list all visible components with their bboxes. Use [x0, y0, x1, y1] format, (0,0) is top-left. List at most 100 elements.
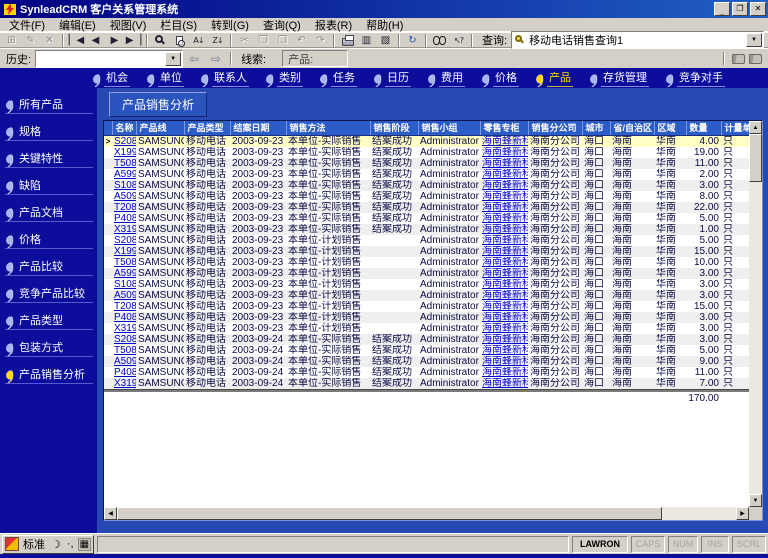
tab-存货管理[interactable]: 存货管理	[589, 69, 649, 87]
product-name-link[interactable]: A599	[114, 169, 136, 180]
product-name-link[interactable]: S108	[114, 279, 136, 290]
retail-counter-link[interactable]: 海南蜂新科	[482, 290, 528, 301]
next-record-button[interactable]: ▶	[105, 33, 124, 48]
retail-counter-link[interactable]: 海南蜂新科	[482, 224, 528, 235]
table-row[interactable]: X199SAMSUNG移动电话2003-09-23本单位-实际销售结案成功Adm…	[104, 147, 749, 158]
restore-button[interactable]: ❐	[732, 2, 748, 16]
retail-counter-link[interactable]: 海南蜂新科	[482, 345, 528, 356]
scroll-down-arrow[interactable]: ▼	[749, 494, 762, 507]
retail-counter-link[interactable]: 海南蜂新科	[482, 213, 528, 224]
table-row[interactable]: T208SAMSUNG移动电话2003-09-23本单位-实际销售结案成功Adm…	[104, 202, 749, 213]
previous-record-button[interactable]: ◀	[86, 33, 105, 48]
column-header-结案日期[interactable]: 结案日期	[230, 121, 286, 135]
search-button[interactable]	[151, 33, 170, 48]
retail-counter-link[interactable]: 海南蜂新科	[482, 268, 528, 279]
product-name-link[interactable]: X319	[114, 224, 136, 235]
retail-counter-link[interactable]: 海南蜂新科	[482, 169, 528, 180]
retail-counter-link[interactable]: 海南蜂新科	[482, 235, 528, 246]
column-header-零售专柜[interactable]: 零售专柜	[480, 121, 528, 135]
retail-counter-link[interactable]: 海南蜂新科	[482, 323, 528, 334]
ime-logo-icon[interactable]	[5, 537, 19, 551]
new-record-button[interactable]: ⊞	[2, 33, 21, 48]
table-row[interactable]: X319SAMSUNG移动电话2003-09-24本单位-实际销售结案成功Adm…	[104, 378, 749, 390]
ime-mode-label[interactable]: 标准	[21, 536, 47, 552]
product-name-link[interactable]: S208	[114, 136, 136, 147]
sidebar-item-缺陷[interactable]: 缺陷	[5, 178, 93, 195]
column-header-区域[interactable]: 区域	[654, 121, 686, 135]
tab-产品[interactable]: 产品	[535, 69, 573, 87]
scroll-up-arrow[interactable]: ▲	[749, 121, 762, 134]
help-pointer-button[interactable]: ↖?	[449, 33, 468, 48]
column-header-产品线[interactable]: 产品线	[136, 121, 184, 135]
column-header-计量单位[interactable]: 计量单位	[721, 121, 749, 135]
sidebar-item-价格[interactable]: 价格	[5, 232, 93, 249]
export-button[interactable]: ▥	[357, 33, 376, 48]
menu-item-1[interactable]: 编辑(E)	[52, 17, 103, 33]
menu-item-7[interactable]: 帮助(H)	[359, 17, 410, 33]
print-preview-button[interactable]: ▧	[376, 33, 395, 48]
table-row[interactable]: S208SAMSUNG移动电话2003-09-24本单位-实际销售结案成功Adm…	[104, 334, 749, 345]
column-header-名称[interactable]: 名称	[112, 121, 136, 135]
vertical-scrollbar[interactable]: ▲ ▼	[749, 121, 762, 507]
print-button[interactable]	[338, 33, 357, 48]
copy-button[interactable]: ❐	[254, 33, 273, 48]
table-row[interactable]: P408SAMSUNG移动电话2003-09-23本单位-实际销售结案成功Adm…	[104, 213, 749, 224]
tab-费用[interactable]: 费用	[427, 69, 465, 87]
table-row[interactable]: P408SAMSUNG移动电话2003-09-23本单位-计划销售Adminis…	[104, 312, 749, 323]
sort-descending-button[interactable]: Z↓	[208, 33, 227, 48]
product-name-link[interactable]: T508	[114, 257, 136, 268]
product-name-link[interactable]: X319	[114, 378, 136, 389]
first-record-button[interactable]: ▏◀	[67, 33, 86, 48]
cut-button[interactable]: ✂	[235, 33, 254, 48]
sidebar-item-产品文档[interactable]: 产品文档	[5, 205, 93, 222]
redo-button[interactable]: ↷	[311, 33, 330, 48]
product-name-link[interactable]: S208	[114, 235, 136, 246]
product-name-link[interactable]: T208	[114, 301, 136, 312]
report-book-icon[interactable]	[732, 54, 745, 64]
tab-日历[interactable]: 日历	[373, 69, 411, 87]
table-row[interactable]: X319SAMSUNG移动电话2003-09-23本单位-计划销售Adminis…	[104, 323, 749, 334]
last-record-button[interactable]: ▶▕	[124, 33, 143, 48]
menu-item-5[interactable]: 查询(Q)	[256, 17, 308, 33]
sidebar-item-规格[interactable]: 规格	[5, 124, 93, 141]
retail-counter-link[interactable]: 海南蜂新科	[482, 246, 528, 257]
product-name-link[interactable]: X199	[114, 246, 136, 257]
sidebar-item-包装方式[interactable]: 包装方式	[5, 340, 93, 357]
horizontal-scroll-thumb[interactable]	[117, 507, 662, 520]
retail-counter-link[interactable]: 海南蜂新科	[482, 136, 528, 147]
table-row[interactable]: >S208SAMSUNG移动电话2003-09-23本单位-实际销售结案成功Ad…	[104, 135, 749, 147]
retail-counter-link[interactable]: 海南蜂新科	[482, 202, 528, 213]
column-header-销售分公司[interactable]: 销售分公司	[528, 121, 582, 135]
delete-record-button[interactable]: ✕	[40, 33, 59, 48]
product-name-link[interactable]: X199	[114, 147, 136, 158]
retail-counter-link[interactable]: 海南蜂新科	[482, 356, 528, 367]
scroll-right-arrow[interactable]: ▶	[736, 507, 749, 520]
history-back-button[interactable]: ⇦	[183, 51, 205, 66]
sort-ascending-button[interactable]: A↓	[189, 33, 208, 48]
column-header-产品类型[interactable]: 产品类型	[184, 121, 230, 135]
vertical-scroll-thumb[interactable]	[749, 134, 762, 182]
retail-counter-link[interactable]: 海南蜂新科	[482, 301, 528, 312]
ime-fullwidth-icon[interactable]: ☽	[49, 538, 63, 551]
tab-联系人[interactable]: 联系人	[200, 69, 249, 87]
ime-punctuation-icon[interactable]: ·,	[65, 538, 76, 550]
scroll-track[interactable]	[662, 507, 736, 520]
query-combobox[interactable]: 移动电话销售查询1 ▼	[511, 31, 764, 49]
sidebar-item-产品类型[interactable]: 产品类型	[5, 313, 93, 330]
retail-counter-link[interactable]: 海南蜂新科	[482, 378, 528, 389]
sidebar-item-所有产品[interactable]: 所有产品	[5, 97, 93, 114]
table-row[interactable]: X199SAMSUNG移动电话2003-09-23本单位-计划销售Adminis…	[104, 246, 749, 257]
menu-item-4[interactable]: 转到(G)	[204, 17, 256, 33]
product-name-link[interactable]: S208	[114, 334, 136, 345]
product-name-link[interactable]: P408	[114, 312, 136, 323]
paste-button[interactable]: ❒	[273, 33, 292, 48]
menu-item-3[interactable]: 栏目(S)	[153, 17, 204, 33]
minimize-button[interactable]: _	[714, 2, 730, 16]
product-name-link[interactable]: A509	[114, 356, 136, 367]
product-name-link[interactable]: T508	[114, 345, 136, 356]
retail-counter-link[interactable]: 海南蜂新科	[482, 257, 528, 268]
column-header-城市[interactable]: 城市	[582, 121, 610, 135]
ime-keyboard-icon[interactable]: ▦	[78, 538, 91, 551]
table-row[interactable]: A509SAMSUNG移动电话2003-09-23本单位-计划销售Adminis…	[104, 290, 749, 301]
product-name-link[interactable]: A509	[114, 191, 136, 202]
